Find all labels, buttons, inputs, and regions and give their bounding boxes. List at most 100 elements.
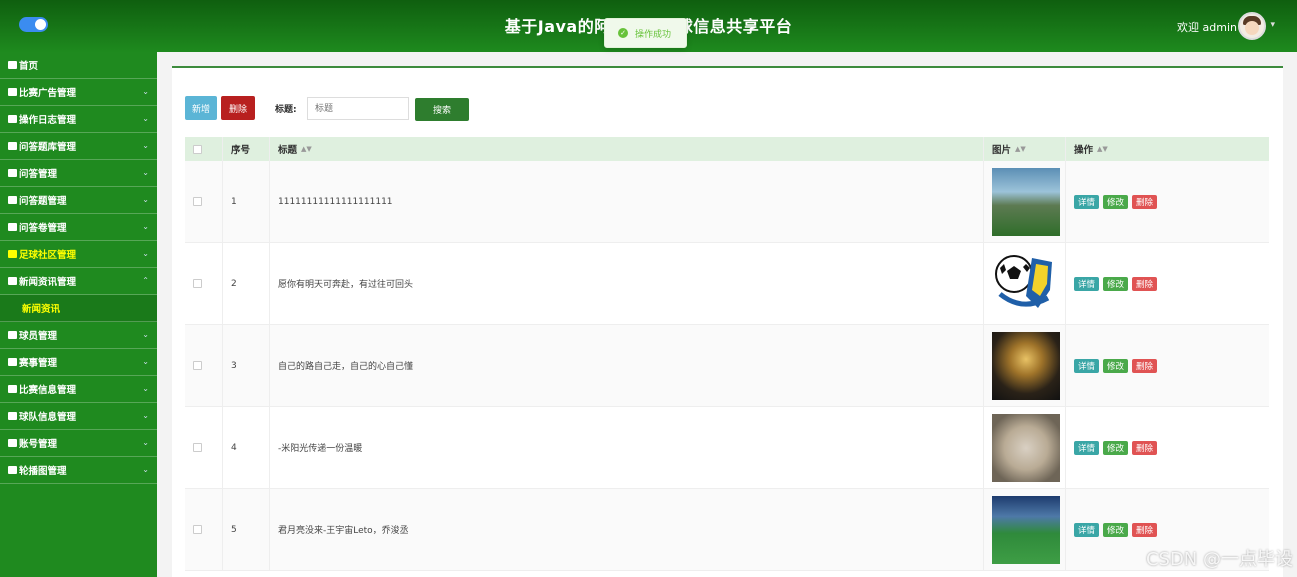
- sidebar-item-label: 问答题库管理: [19, 142, 77, 153]
- detail-button[interactable]: 详情: [1074, 358, 1100, 373]
- sidebar-item-carousel[interactable]: 轮播图管理 ⌄: [0, 457, 157, 484]
- sidebar-item-qa-bank[interactable]: 问答题库管理 ⌄: [0, 133, 157, 160]
- table-row: 3 自己的路自己走，自己的心自己懂 详情 修改 删除: [185, 325, 1269, 407]
- row-image-cell: [984, 161, 1066, 242]
- row-checkbox[interactable]: [193, 443, 202, 452]
- sidebar-item-matches[interactable]: 比赛信息管理 ⌄: [0, 376, 157, 403]
- sidebar-item-logs[interactable]: 操作日志管理 ⌄: [0, 106, 157, 133]
- chevron-down-icon: ⌄: [142, 195, 149, 204]
- row-title: 11111111111111111111: [270, 161, 984, 242]
- row-delete-button[interactable]: 删除: [1132, 276, 1158, 291]
- header-image[interactable]: 图片 ▲▼: [984, 137, 1066, 161]
- detail-button[interactable]: 详情: [1074, 276, 1100, 291]
- row-select[interactable]: [185, 161, 223, 242]
- sidebar-item-label: 问答题管理: [19, 196, 67, 207]
- search-label: 标题:: [275, 105, 297, 115]
- header-num: 序号: [223, 137, 270, 161]
- row-checkbox[interactable]: [193, 525, 202, 534]
- row-checkbox[interactable]: [193, 279, 202, 288]
- row-checkbox[interactable]: [193, 197, 202, 206]
- folder-icon: [8, 277, 17, 285]
- detail-button[interactable]: 详情: [1074, 440, 1100, 455]
- row-image-cell: [984, 489, 1066, 570]
- sidebar-item-ads[interactable]: 比赛广告管理 ⌄: [0, 79, 157, 106]
- edit-button[interactable]: 修改: [1103, 276, 1129, 291]
- row-delete-button[interactable]: 删除: [1132, 522, 1158, 537]
- sidebar-item-events[interactable]: 赛事管理 ⌄: [0, 349, 157, 376]
- table-header: 序号 标题 ▲▼ 图片 ▲▼ 操作 ▲▼: [185, 137, 1269, 161]
- home-icon: [8, 61, 17, 69]
- soccer-ball-logo-svg: [995, 254, 1052, 308]
- search-button[interactable]: 搜索: [415, 98, 469, 121]
- header-title[interactable]: 标题 ▲▼: [270, 137, 984, 161]
- search-input[interactable]: [307, 97, 409, 120]
- header-select-all[interactable]: [185, 137, 223, 161]
- table-row: 2 愿你有明天可奔赴，有过往可回头 详情 修改 删除: [185, 243, 1269, 325]
- sidebar-item-accounts[interactable]: 账号管理 ⌄: [0, 430, 157, 457]
- row-delete-button[interactable]: 删除: [1132, 194, 1158, 209]
- row-num: 3: [223, 325, 270, 406]
- row-delete-button[interactable]: 删除: [1132, 358, 1158, 373]
- sidebar-item-qa-papers[interactable]: 问答卷管理 ⌄: [0, 214, 157, 241]
- row-select[interactable]: [185, 325, 223, 406]
- row-checkbox[interactable]: [193, 361, 202, 370]
- sidebar: 首页 比赛广告管理 ⌄ 操作日志管理 ⌄ 问答题库管理 ⌄ 问答管理 ⌄ 问答题管理 ⌄ …: [0, 52, 157, 577]
- chevron-down-icon: ⌄: [142, 465, 149, 474]
- header-image-label: 图片: [992, 145, 1012, 156]
- sidebar-item-home[interactable]: 首页: [0, 52, 157, 79]
- row-delete-button[interactable]: 删除: [1132, 440, 1158, 455]
- chevron-down-icon: ⌄: [142, 168, 149, 177]
- edit-button[interactable]: 修改: [1103, 194, 1129, 209]
- sidebar-item-news[interactable]: 新闻资讯管理 ⌃: [0, 268, 157, 295]
- row-select[interactable]: [185, 489, 223, 570]
- toast-message: 操作成功: [635, 29, 672, 40]
- sidebar-item-community[interactable]: 足球社区管理 ⌄: [0, 241, 157, 268]
- detail-button[interactable]: 详情: [1074, 194, 1100, 209]
- sidebar-item-label: 足球社区管理: [19, 250, 77, 261]
- row-select[interactable]: [185, 243, 223, 324]
- doc-icon: [8, 169, 17, 177]
- avatar[interactable]: [1238, 12, 1266, 40]
- chevron-down-icon[interactable]: ▾: [1270, 20, 1275, 30]
- chevron-down-icon: ⌄: [142, 114, 149, 123]
- sort-icon[interactable]: ▲▼: [1097, 145, 1108, 153]
- row-select[interactable]: [185, 407, 223, 488]
- row-actions: 详情 修改 删除: [1066, 325, 1269, 406]
- sidebar-item-label: 比赛广告管理: [19, 88, 77, 99]
- sidebar-item-qa-questions[interactable]: 问答题管理 ⌄: [0, 187, 157, 214]
- row-num: 5: [223, 489, 270, 570]
- row-image-cell: [984, 325, 1066, 406]
- edit-button[interactable]: 修改: [1103, 440, 1129, 455]
- edit-button[interactable]: 修改: [1103, 358, 1129, 373]
- header-title-label: 标题: [278, 145, 298, 156]
- chevron-down-icon: ⌄: [142, 411, 149, 420]
- chevron-down-icon: ⌄: [142, 141, 149, 150]
- sort-icon[interactable]: ▲▼: [301, 145, 312, 153]
- sidebar-item-players[interactable]: 球员管理 ⌄: [0, 322, 157, 349]
- folder-icon: [8, 250, 17, 258]
- detail-button[interactable]: 详情: [1074, 522, 1100, 537]
- folder-icon: [8, 88, 17, 96]
- sidebar-item-label: 新闻资讯管理: [19, 277, 77, 288]
- old-ball-image: [992, 413, 1060, 482]
- sidebar-item-label: 比赛信息管理: [19, 385, 77, 396]
- delete-button[interactable]: 删除: [221, 96, 255, 120]
- sidebar-subitem-news[interactable]: 新闻资讯: [0, 295, 157, 322]
- sort-icon[interactable]: ▲▼: [1015, 145, 1026, 153]
- row-title: 愿你有明天可奔赴，有过往可回头: [270, 243, 984, 324]
- select-all-checkbox[interactable]: [193, 144, 202, 154]
- row-actions: 详情 修改 删除: [1066, 161, 1269, 242]
- edit-button[interactable]: 修改: [1103, 522, 1129, 537]
- avatar-face: [1245, 21, 1259, 35]
- row-image-cell: [984, 243, 1066, 324]
- sidebar-item-qa[interactable]: 问答管理 ⌄: [0, 160, 157, 187]
- add-button[interactable]: 新增: [185, 96, 217, 120]
- sidebar-item-teams[interactable]: 球队信息管理 ⌄: [0, 403, 157, 430]
- soccer-ball-logo-image: [992, 249, 1060, 318]
- sidebar-item-label: 赛事管理: [19, 358, 58, 369]
- sidebar-item-label: 账号管理: [19, 439, 58, 450]
- chevron-down-icon: ⌄: [142, 384, 149, 393]
- shield-icon: [8, 223, 17, 231]
- chevron-down-icon: ⌄: [142, 87, 149, 96]
- row-actions: 详情 修改 删除: [1066, 243, 1269, 324]
